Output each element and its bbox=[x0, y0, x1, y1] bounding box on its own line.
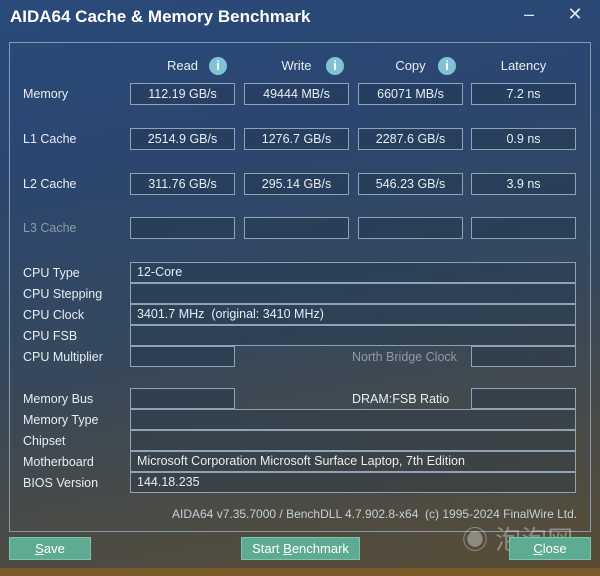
cpu-type-label: CPU Type bbox=[23, 266, 80, 280]
read-info-icon[interactable]: i bbox=[209, 57, 227, 75]
cpu-type-value: 12-Core bbox=[130, 262, 576, 283]
cpu-clock-value: 3401.7 MHz (original: 3410 MHz) bbox=[130, 304, 576, 325]
desktop-strip bbox=[0, 568, 600, 576]
close-button[interactable]: Close bbox=[509, 537, 591, 560]
dram-fsb-ratio-value bbox=[471, 388, 576, 409]
version-footer: AIDA64 v7.35.7000 / BenchDLL 4.7.902.8-x… bbox=[172, 507, 578, 521]
cpu-multiplier-value bbox=[130, 346, 235, 367]
row-label-memory: Memory bbox=[23, 87, 69, 101]
cpu-clock-label: CPU Clock bbox=[23, 308, 85, 322]
cpu-fsb-value bbox=[130, 325, 576, 346]
memory-read: 112.19 GB/s bbox=[130, 83, 235, 105]
start-label-b: enchmark bbox=[291, 541, 349, 556]
motherboard-label: Motherboard bbox=[23, 455, 94, 469]
start-label-a: Start bbox=[252, 541, 284, 556]
save-mnemonic: S bbox=[35, 541, 44, 556]
l3-write bbox=[244, 217, 349, 239]
close-icon[interactable]: ✕ bbox=[560, 4, 590, 30]
column-latency: Latency bbox=[500, 58, 547, 73]
bios-version-value: 144.18.235 bbox=[130, 472, 576, 493]
row-label-l1: L1 Cache bbox=[23, 132, 77, 146]
l2-read: 311.76 GB/s bbox=[130, 173, 235, 195]
l1-latency: 0.9 ns bbox=[471, 128, 576, 150]
memory-write: 49444 MB/s bbox=[244, 83, 349, 105]
row-label-l2: L2 Cache bbox=[23, 177, 77, 191]
memory-type-value bbox=[130, 409, 576, 430]
close-mnemonic: C bbox=[533, 541, 543, 556]
minimize-icon[interactable]: – bbox=[514, 4, 544, 30]
memory-type-label: Memory Type bbox=[23, 413, 99, 427]
bios-version-label: BIOS Version bbox=[23, 476, 99, 490]
start-benchmark-button[interactable]: Start Benchmark bbox=[241, 537, 360, 560]
memory-copy: 66071 MB/s bbox=[358, 83, 463, 105]
window-title: AIDA64 Cache & Memory Benchmark bbox=[10, 7, 311, 26]
memory-latency: 7.2 ns bbox=[471, 83, 576, 105]
cpu-multiplier-label: CPU Multiplier bbox=[23, 350, 103, 364]
copy-info-icon[interactable]: i bbox=[438, 57, 456, 75]
chipset-value bbox=[130, 430, 576, 451]
l1-copy: 2287.6 GB/s bbox=[358, 128, 463, 150]
l3-copy bbox=[358, 217, 463, 239]
l2-copy: 546.23 GB/s bbox=[358, 173, 463, 195]
cpu-stepping-value bbox=[130, 283, 576, 304]
motherboard-value: Microsoft Corporation Microsoft Surface … bbox=[130, 451, 576, 472]
l3-read bbox=[130, 217, 235, 239]
l3-latency bbox=[471, 217, 576, 239]
cpu-stepping-label: CPU Stepping bbox=[23, 287, 103, 301]
save-button[interactable]: Save bbox=[9, 537, 91, 560]
close-label: lose bbox=[542, 541, 567, 556]
dram-fsb-ratio-label: DRAM:FSB Ratio bbox=[352, 392, 450, 406]
l2-write: 295.14 GB/s bbox=[244, 173, 349, 195]
chipset-label: Chipset bbox=[23, 434, 66, 448]
memory-bus-value bbox=[130, 388, 235, 409]
start-mnemonic: B bbox=[283, 541, 292, 556]
write-info-icon[interactable]: i bbox=[326, 57, 344, 75]
l1-write: 1276.7 GB/s bbox=[244, 128, 349, 150]
nb-clock-label: North Bridge Clock bbox=[352, 350, 457, 364]
nb-clock-value bbox=[471, 346, 576, 367]
row-label-l3: L3 Cache bbox=[23, 221, 77, 235]
l2-latency: 3.9 ns bbox=[471, 173, 576, 195]
save-label: ave bbox=[43, 541, 65, 556]
cpu-fsb-label: CPU FSB bbox=[23, 329, 78, 343]
l1-read: 2514.9 GB/s bbox=[130, 128, 235, 150]
memory-bus-label: Memory Bus bbox=[23, 392, 94, 406]
